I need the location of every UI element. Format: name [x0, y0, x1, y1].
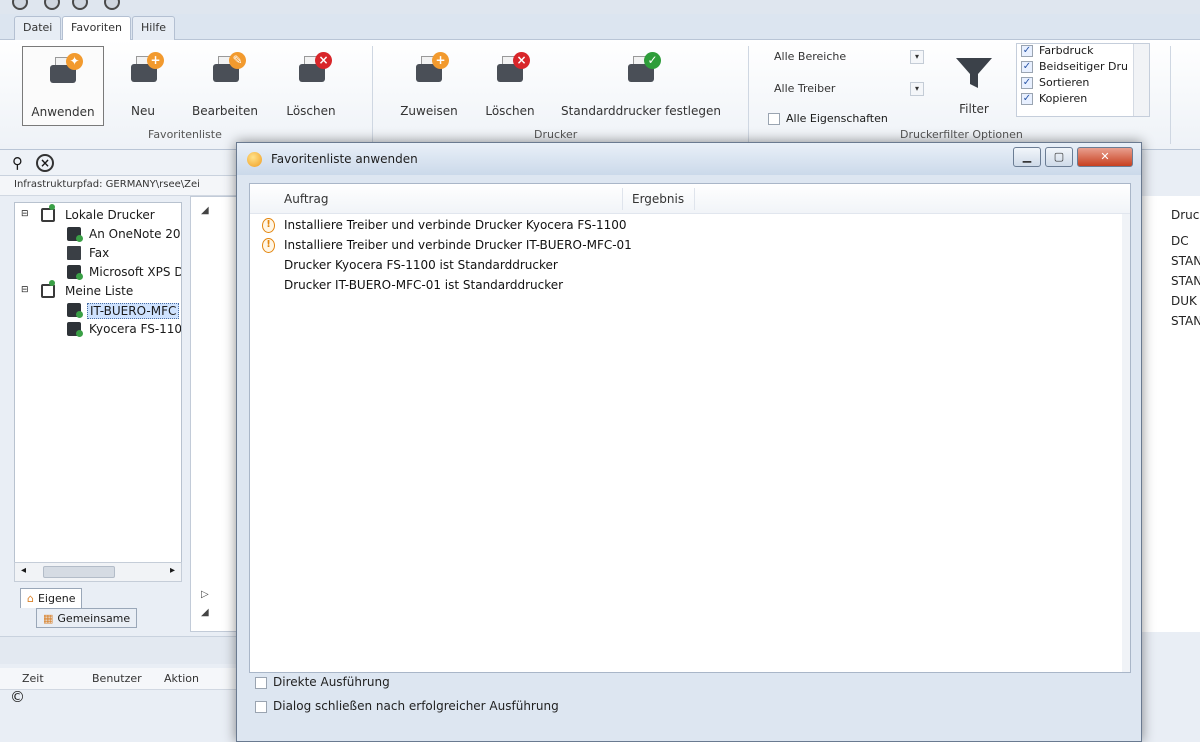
- dialog-schliessen-checkbox[interactable]: Dialog schließen nach erfolgreicher Ausf…: [255, 699, 559, 713]
- direkte-ausfuehrung-checkbox[interactable]: Direkte Ausführung: [255, 675, 390, 689]
- collapse-icon[interactable]: ⊟: [21, 209, 29, 219]
- list-item[interactable]: Drucker Kyocera FS-1100 ist Standarddruc…: [250, 256, 1130, 276]
- log-header: Zeit Benutzer Aktion: [0, 668, 240, 690]
- infrastructure-path: Infrastrukturpfad: GERMANY\rsee\Zei: [0, 176, 240, 196]
- filter-button[interactable]: Filter: [946, 46, 1002, 122]
- ribbon-separator: [748, 46, 749, 144]
- search-toolbar: ⚲ ×: [0, 150, 240, 176]
- scroll-thumb[interactable]: [43, 566, 115, 578]
- scroll-right-icon[interactable]: ▸: [170, 565, 175, 576]
- printer-add-icon: +: [128, 52, 164, 86]
- tab-datei[interactable]: Datei: [14, 16, 62, 40]
- zuweisen-button[interactable]: + Zuweisen: [394, 46, 464, 126]
- list-tabs: ⌂ Eigene ▦ Gemeinsame: [14, 584, 240, 634]
- anwenden-button[interactable]: ✦ Anwenden: [22, 46, 104, 126]
- chevron-down-icon[interactable]: ▾: [910, 82, 924, 96]
- maximize-button[interactable]: ▢: [1045, 147, 1073, 167]
- printer-icon: [67, 227, 83, 242]
- printer-delete-icon: ×: [296, 52, 332, 86]
- home-icon: ⌂: [27, 592, 34, 605]
- printer-tree: ⊟ Lokale Drucker An OneNote 20 Fax Micro…: [14, 202, 182, 582]
- clear-search-icon[interactable]: ×: [36, 154, 54, 172]
- option-farbdruck[interactable]: ✓ Farbdruck: [1017, 44, 1149, 60]
- option-kopieren[interactable]: ✓ Kopieren: [1017, 92, 1149, 108]
- option-beidseitig[interactable]: ✓ Beidseitiger Dru: [1017, 60, 1149, 76]
- printer-default-icon: ✓: [625, 52, 661, 86]
- list-item[interactable]: ! Installiere Treiber und verbinde Druck…: [250, 216, 1130, 236]
- standarddrucker-button[interactable]: ✓ Standarddrucker festlegen: [560, 46, 722, 126]
- scroll-left-icon[interactable]: ◂: [21, 565, 26, 576]
- printer-remove-icon: ×: [494, 52, 530, 86]
- bereiche-combo[interactable]: Alle Bereiche ▾: [770, 46, 924, 68]
- printer-icon: [67, 265, 83, 280]
- alle-eigenschaften-checkbox[interactable]: Alle Eigenschaften: [768, 112, 888, 125]
- printer-icon: [67, 322, 83, 337]
- option-sortieren[interactable]: ✓ Sortieren: [1017, 76, 1149, 92]
- tree-horizontal-scrollbar[interactable]: ◂ ▸: [14, 562, 182, 582]
- list-item[interactable]: Drucker IT-BUERO-MFC-01 ist Standarddruc…: [250, 276, 1130, 296]
- checkbox-box[interactable]: [255, 700, 267, 713]
- checkbox-box[interactable]: [255, 676, 267, 689]
- dialog-titlebar[interactable]: Favoritenliste anwenden ▁ ▢ ✕: [237, 143, 1141, 175]
- filter-options-list[interactable]: ✓ Farbdruck ✓ Beidseitiger Dru ✓ Sortieren …: [1016, 43, 1150, 117]
- group-label-drucker: Drucker: [534, 128, 578, 141]
- bearbeiten-button[interactable]: ✎ Bearbeiten: [186, 46, 264, 126]
- expand-icon[interactable]: ◢: [201, 205, 209, 216]
- copyright-mark: ©: [10, 688, 25, 706]
- close-button[interactable]: ✕: [1077, 147, 1133, 167]
- neu-button[interactable]: + Neu: [112, 46, 174, 126]
- collapse-icon[interactable]: ⊟: [21, 285, 29, 295]
- printer-edit-icon: ✎: [210, 52, 246, 86]
- folder-icon: [41, 280, 55, 298]
- col-auftrag[interactable]: Auftrag: [284, 192, 328, 206]
- shared-icon: ▦: [43, 612, 54, 625]
- log-col-benutzer[interactable]: Benutzer: [92, 672, 142, 685]
- log-col-aktion[interactable]: Aktion: [164, 672, 199, 685]
- ribbon-separator: [372, 46, 373, 144]
- checkbox-box[interactable]: [768, 113, 780, 125]
- listview-scrollbar[interactable]: [1122, 214, 1130, 672]
- tab-hilfe[interactable]: Hilfe: [132, 16, 176, 40]
- app-icon: [247, 152, 262, 167]
- listview-header: Auftrag Ergebnis: [250, 184, 1130, 214]
- funnel-icon: [956, 58, 992, 88]
- task-listview[interactable]: Auftrag Ergebnis ! Installiere Treiber u…: [249, 183, 1131, 673]
- options-scrollbar[interactable]: [1133, 44, 1149, 116]
- app-icon[interactable]: [12, 0, 28, 10]
- group-label-filter: Druckerfilter Optionen: [900, 128, 1023, 141]
- group-label-favoritenliste: Favoritenliste: [148, 128, 222, 141]
- settings-icon[interactable]: [72, 0, 88, 10]
- tab-gemeinsame[interactable]: ▦ Gemeinsame: [36, 608, 138, 628]
- printer-apply-icon: ✦: [47, 53, 83, 87]
- treiber-combo[interactable]: Alle Treiber ▾: [770, 78, 924, 100]
- fax-icon: [67, 246, 81, 260]
- tab-eigene[interactable]: ⌂ Eigene: [20, 588, 83, 608]
- col-ergebnis[interactable]: Ergebnis: [632, 192, 684, 206]
- dialog-title: Favoritenliste anwenden: [271, 152, 418, 166]
- warning-icon: !: [262, 218, 275, 233]
- log-splitter[interactable]: [0, 636, 240, 664]
- printer-table-partial: Druck DC STAN STAN DUK STAN: [1140, 196, 1200, 632]
- folder-icon: [41, 204, 55, 222]
- list-item[interactable]: ! Installiere Treiber und verbinde Druck…: [250, 236, 1130, 256]
- warning-icon: !: [262, 238, 275, 253]
- printer-icon: [67, 303, 83, 318]
- help-icon[interactable]: [104, 0, 120, 10]
- printer-assign-icon: +: [413, 52, 449, 86]
- back-icon[interactable]: [44, 0, 60, 10]
- log-col-zeit[interactable]: Zeit: [22, 672, 44, 685]
- menu-tabs: Datei Favoriten Hilfe: [0, 14, 1200, 41]
- chevron-down-icon[interactable]: ▾: [910, 50, 924, 64]
- tab-favoriten[interactable]: Favoriten: [62, 16, 131, 41]
- minimize-button[interactable]: ▁: [1013, 147, 1041, 167]
- drucker-loeschen-button[interactable]: × Löschen: [478, 46, 542, 126]
- search-icon[interactable]: ⚲: [12, 154, 23, 172]
- ribbon: ✦ Anwenden + Neu ✎ Bearbeiten × Löschen …: [0, 40, 1200, 150]
- ribbon-separator: [1170, 46, 1171, 144]
- favoriten-loeschen-button[interactable]: × Löschen: [276, 46, 346, 126]
- quick-access-bar: [0, 0, 1200, 14]
- favoritenliste-anwenden-dialog: Favoritenliste anwenden ▁ ▢ ✕ Auftrag Er…: [236, 142, 1142, 742]
